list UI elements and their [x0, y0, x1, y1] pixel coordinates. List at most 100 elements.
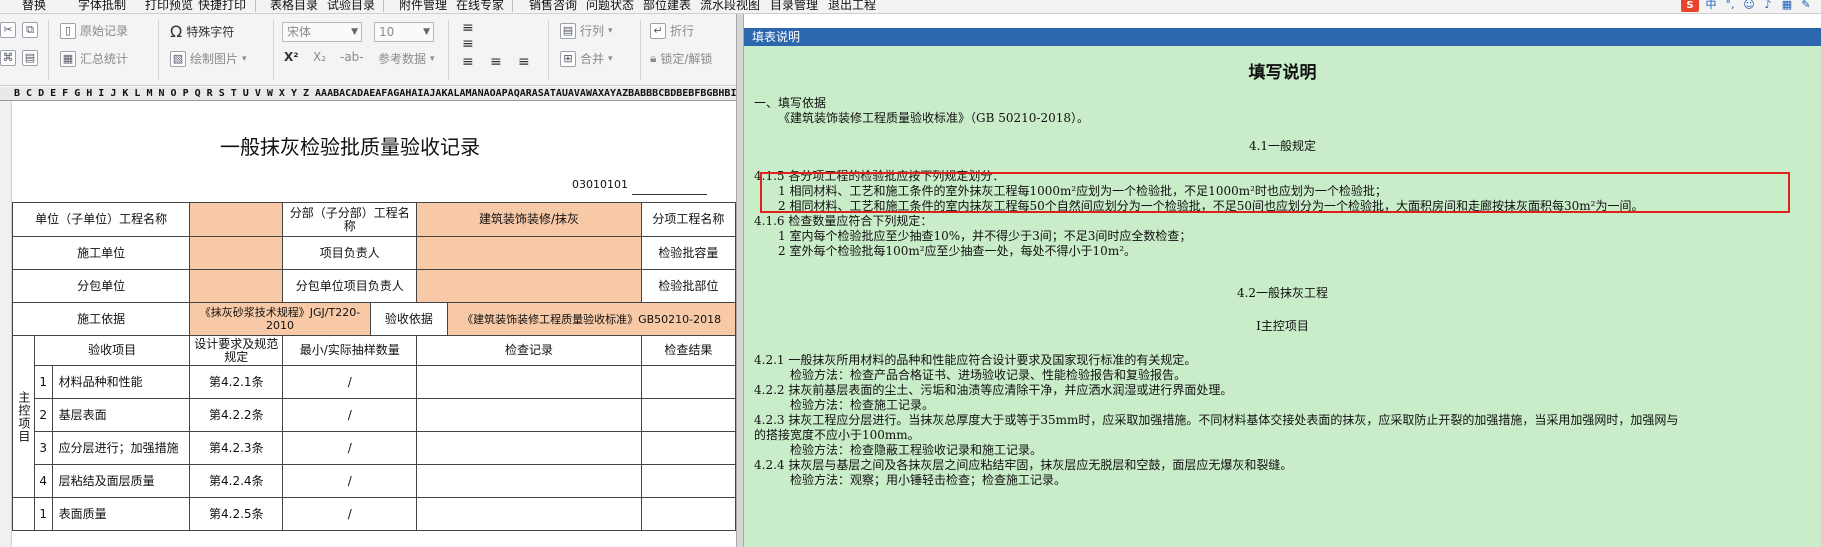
- punctuation-icon[interactable]: °,: [1723, 0, 1737, 11]
- original-record-button[interactable]: ▯ 原始记录: [60, 22, 128, 39]
- constructor-cell[interactable]: [189, 236, 284, 270]
- project-manager-label: 项目负责人: [282, 236, 418, 270]
- header-acceptance-item: 验收项目: [33, 335, 191, 366]
- project-manager-cell[interactable]: [416, 236, 642, 270]
- align-center-icon[interactable]: ≡: [462, 36, 474, 52]
- summary-stats-button[interactable]: ▦ 汇总统计: [60, 50, 128, 67]
- draw-image-button[interactable]: ▧ 绘制图片 ▾: [170, 50, 247, 67]
- instr-line: 检验方法：观察；用小锤轻击检查；检查施工记录。: [790, 473, 1067, 487]
- menu-replace[interactable]: 替换: [22, 0, 46, 13]
- menu-flow-view[interactable]: 流水段视图: [700, 0, 760, 13]
- constructor-label: 施工单位: [11, 236, 191, 270]
- menu-online-expert[interactable]: 在线专家: [456, 0, 504, 13]
- menu-print-preview[interactable]: 打印预览: [145, 0, 193, 13]
- item-sampling[interactable]: /: [282, 464, 418, 498]
- item-result[interactable]: [640, 398, 736, 432]
- item-record[interactable]: [416, 398, 642, 432]
- menu-attachment-manage[interactable]: 附件管理: [399, 0, 447, 13]
- merge-icon: ⊞: [560, 50, 576, 67]
- item-number: 1: [33, 365, 53, 399]
- item-clause: 第4.2.2条: [189, 398, 284, 432]
- instr-subsection-heading: Ⅰ主控项目: [1256, 319, 1309, 333]
- item-record[interactable]: [416, 497, 642, 531]
- form-title: 一般抹灰检验批质量验收记录: [220, 135, 480, 159]
- item-name-label: 分项工程名称: [640, 202, 736, 237]
- skin-icon[interactable]: ✎: [1799, 0, 1813, 11]
- subdivision-label: 分部（子分部）工程名称: [282, 202, 418, 237]
- acceptance-basis-label: 验收依据: [369, 302, 449, 336]
- basis-value[interactable]: 《抹灰砂浆技术规程》JGJ/T220-2010: [189, 302, 371, 336]
- copy-icon[interactable]: ⧉: [22, 22, 38, 38]
- item-sampling[interactable]: /: [282, 365, 418, 399]
- font-size-select[interactable]: 10 ▼: [374, 22, 434, 42]
- format-icon[interactable]: ⌘: [0, 50, 16, 66]
- menu-table-catalog[interactable]: 表格目录: [270, 0, 318, 13]
- lock-button[interactable]: 🔒︎ 锁定/解锁: [650, 50, 712, 67]
- image-icon: ▧: [170, 50, 186, 67]
- strikethrough-button[interactable]: -ab-: [340, 50, 364, 64]
- reference-data-button[interactable]: 参考数据 ▾: [378, 50, 435, 67]
- menu-quick-print[interactable]: 快捷打印: [198, 0, 246, 13]
- header-design-requirement: 设计要求及规范规定: [189, 335, 284, 366]
- item-sampling[interactable]: /: [282, 431, 418, 465]
- unit-name-label: 单位（子单位）工程名称: [11, 202, 191, 237]
- align-right-icon[interactable]: ≡: [518, 54, 530, 70]
- unit-name-cell[interactable]: [189, 202, 284, 237]
- subdivision-value[interactable]: 建筑装饰装修/抹灰: [416, 202, 642, 237]
- menu-catalog-manage[interactable]: 目录管理: [770, 0, 818, 13]
- voice-icon[interactable]: ♪: [1761, 0, 1775, 11]
- menu-part-table[interactable]: 部位建表: [643, 0, 691, 13]
- cut-icon[interactable]: ✂: [0, 22, 16, 38]
- font-name-select[interactable]: 宋体 ▼: [282, 22, 362, 42]
- omega-icon: Ω: [170, 22, 183, 41]
- acceptance-basis-value[interactable]: 《建筑装饰装修工程质量验收标准》GB50210-2018: [447, 302, 736, 336]
- item-record[interactable]: [416, 365, 642, 399]
- keyboard-icon[interactable]: ▦: [1780, 0, 1794, 11]
- superscript-button[interactable]: X²: [284, 50, 299, 64]
- instructions-pane-header: 填表说明: [744, 28, 1821, 46]
- instructions-title: 填写说明: [1248, 63, 1317, 83]
- merge-button[interactable]: ⊞ 合并 ▾: [560, 50, 613, 67]
- item-result[interactable]: [640, 464, 736, 498]
- header-inspection-record: 检查记录: [416, 335, 642, 366]
- emoji-icon[interactable]: ☺: [1742, 0, 1756, 11]
- wrap-button[interactable]: ↵ 折行: [650, 22, 694, 39]
- form-code: 03010101: [572, 178, 628, 191]
- toolbar: ✂ ⧉ ⌘ ▤ ▯ 原始记录 ▦ 汇总统计 Ω 特殊字符 ▧ 绘制图片 ▾ 宋体 ▼ 10 ▼…: [0, 14, 736, 86]
- paste-icon[interactable]: ▤: [22, 50, 38, 66]
- row-col-button[interactable]: ▤ 行列 ▾: [560, 22, 613, 39]
- item-record[interactable]: [416, 464, 642, 498]
- basis-label: 施工依据: [11, 302, 191, 336]
- item-result[interactable]: [640, 497, 736, 531]
- pane-splitter[interactable]: [736, 14, 744, 547]
- item-record[interactable]: [416, 431, 642, 465]
- menu-test-catalog[interactable]: 试验目录: [327, 0, 375, 13]
- item-sampling[interactable]: /: [282, 398, 418, 432]
- menu-issue-status[interactable]: 问题状态: [586, 0, 634, 13]
- form-code-input[interactable]: [632, 175, 707, 195]
- menu-exit-project[interactable]: 退出工程: [828, 0, 876, 13]
- wrap-icon: ↵: [650, 22, 666, 39]
- sub-pm-cell[interactable]: [416, 269, 642, 303]
- menu-font-control[interactable]: 字体抵制: [78, 0, 126, 13]
- subcontractor-cell[interactable]: [189, 269, 284, 303]
- row-gutter: [0, 101, 12, 547]
- align-middle-icon[interactable]: ≡: [490, 54, 502, 70]
- document-canvas: 一般抹灰检验批质量验收记录 03010101 单位（子单位）工程名称 分部（子分…: [0, 101, 736, 547]
- sogou-icon[interactable]: S: [1681, 0, 1699, 12]
- align-justify-icon[interactable]: ≡: [462, 54, 474, 70]
- column-ruler: B C D E F G H I J K L M N O P Q R S T U …: [0, 87, 736, 101]
- rows-icon: ▤: [560, 22, 576, 39]
- special-chars-button[interactable]: Ω 特殊字符: [170, 22, 234, 41]
- item-result[interactable]: [640, 431, 736, 465]
- subscript-button[interactable]: X₂: [313, 50, 326, 64]
- highlight-box: [760, 172, 1790, 213]
- item-number: 1: [33, 497, 53, 531]
- menu-sales-consult[interactable]: 销售咨询: [529, 0, 577, 13]
- align-left-icon[interactable]: ≡: [462, 20, 474, 36]
- item-result[interactable]: [640, 365, 736, 399]
- chinese-mode-icon[interactable]: 中: [1704, 0, 1718, 11]
- item-sampling[interactable]: /: [282, 497, 418, 531]
- instructions-content: 填写说明 一、填写依据 《建筑装饰装修工程质量验收标准》（GB 50210-20…: [744, 46, 1821, 547]
- instr-section-heading: 4.1一般规定: [1248, 139, 1317, 153]
